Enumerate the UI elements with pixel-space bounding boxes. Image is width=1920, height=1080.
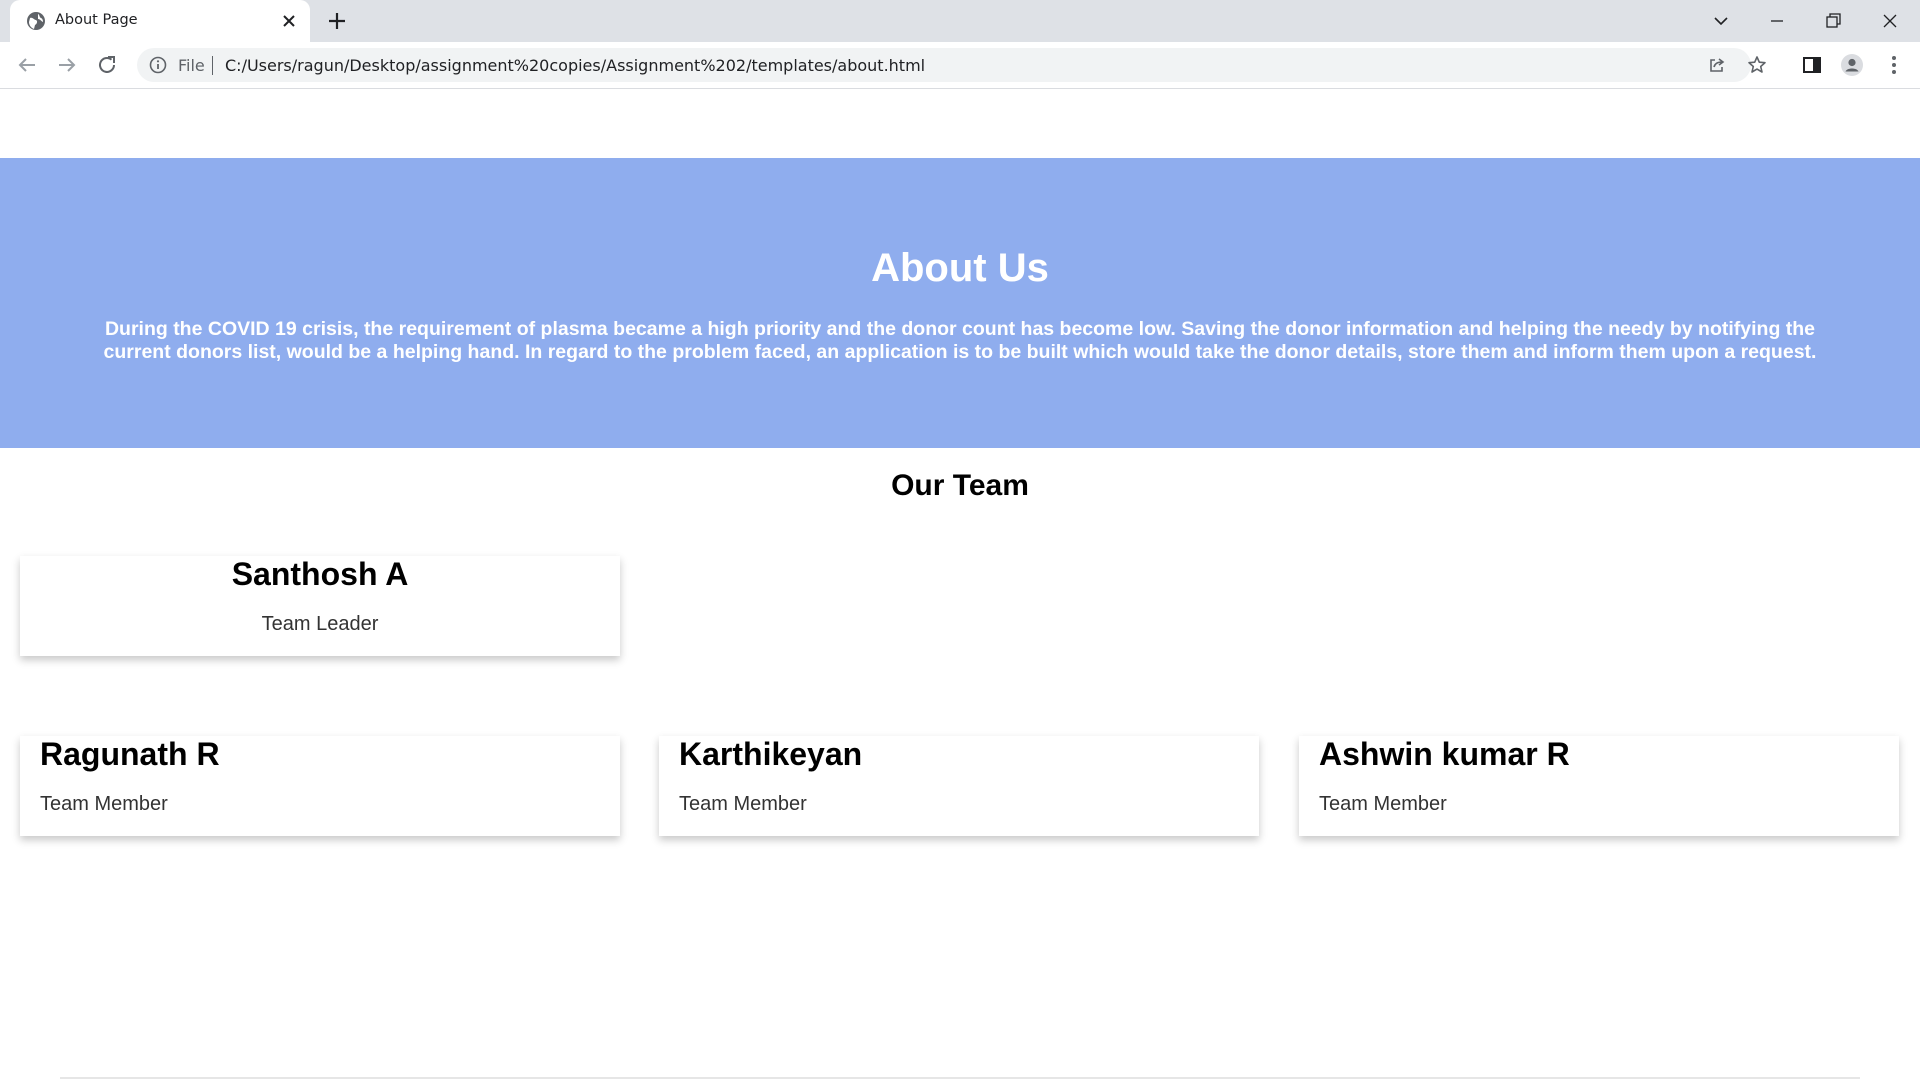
url-text[interactable]: C:/Users/ragun/Desktop/assignment%20copi… <box>225 56 925 75</box>
browser-tab[interactable]: About Page <box>10 0 310 42</box>
browser-toolbar: File C:/Users/ragun/Desktop/assignment%2… <box>0 42 1920 89</box>
profile-icon[interactable] <box>1840 53 1864 77</box>
member-name: Ashwin kumar R <box>1319 736 1570 772</box>
member-role: Team Leader <box>261 613 379 635</box>
member-role: Team Member <box>679 793 807 815</box>
star-icon[interactable] <box>1747 55 1767 75</box>
info-icon[interactable] <box>149 56 167 74</box>
url-scheme: File <box>178 56 205 75</box>
side-panel-icon[interactable] <box>1800 53 1824 77</box>
team-card-leader: Santhosh A Team Leader <box>20 556 620 656</box>
window-close-icon[interactable] <box>1875 6 1905 36</box>
tab-strip: About Page <box>0 0 1920 42</box>
plus-icon[interactable] <box>326 10 348 32</box>
reload-icon[interactable] <box>95 53 119 77</box>
page-viewport: About Us During the COVID 19 crisis, the… <box>0 89 1920 1080</box>
address-bar[interactable]: File C:/Users/ragun/Desktop/assignment%2… <box>137 48 1766 82</box>
about-description: During the COVID 19 crisis, the requirem… <box>103 318 1817 363</box>
menu-icon[interactable] <box>1882 53 1906 77</box>
team-card-member: Ashwin kumar R Team Member <box>1299 736 1899 836</box>
team-card-member: Ragunath R Team Member <box>20 736 620 836</box>
chevron-down-icon[interactable] <box>1706 6 1736 36</box>
forward-icon[interactable] <box>55 53 79 77</box>
back-icon[interactable] <box>15 53 39 77</box>
minimize-icon[interactable] <box>1762 6 1792 36</box>
url-separator <box>212 56 213 75</box>
member-role: Team Member <box>40 793 168 815</box>
tab-title: About Page <box>55 12 138 28</box>
member-name: Ragunath R <box>40 736 220 772</box>
share-icon[interactable] <box>1707 55 1727 75</box>
member-name: Santhosh A <box>231 556 409 592</box>
team-card-member: Karthikeyan Team Member <box>659 736 1259 836</box>
page-title: About Us <box>871 246 1049 290</box>
close-icon[interactable] <box>280 12 298 30</box>
member-role: Team Member <box>1319 793 1447 815</box>
team-heading: Our Team <box>891 469 1029 502</box>
globe-icon <box>27 12 45 30</box>
page-bottom-divider <box>60 1077 1860 1079</box>
member-name: Karthikeyan <box>679 736 863 772</box>
restore-icon[interactable] <box>1818 6 1848 36</box>
about-hero: About Us During the COVID 19 crisis, the… <box>0 158 1920 448</box>
